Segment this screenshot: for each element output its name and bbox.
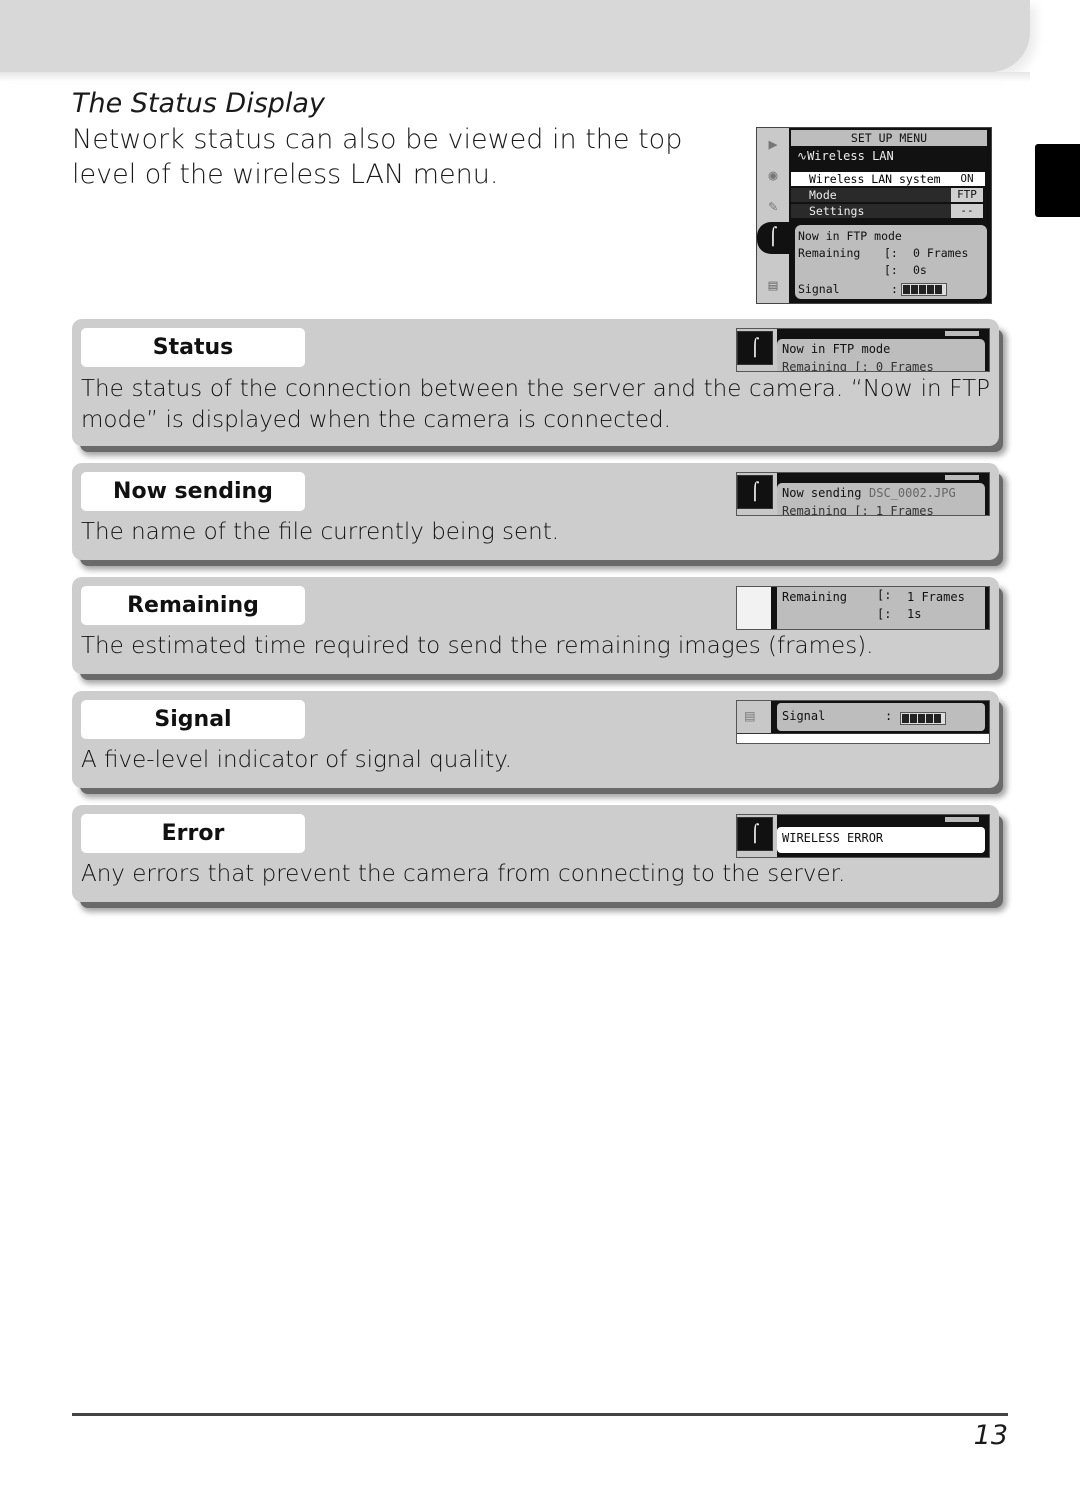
remaining-screen: Remaining [: 1 Frames [: 1s xyxy=(736,586,990,630)
header-band xyxy=(0,0,1030,82)
intro-text: Network status can also be viewed in the… xyxy=(72,124,683,190)
status-line: Now in FTP mode xyxy=(798,229,902,243)
screen-time: 1s xyxy=(907,607,922,621)
submenu-label: Wireless LAN xyxy=(807,149,894,163)
card-description: The name of the file currently being sen… xyxy=(81,519,560,545)
card-description: The estimated time required to send the … xyxy=(81,633,874,659)
card-label: Remaining xyxy=(81,586,305,625)
signal-indicator xyxy=(901,282,947,296)
signal-bars xyxy=(900,712,946,725)
signal-label: Signal xyxy=(798,282,840,296)
screen-cut-text: Remaining [: 0 Frames xyxy=(782,360,934,372)
status-screen: ⌠ Now in FTP mode Remaining [: 0 Frames xyxy=(736,328,990,372)
section-title: The Status Display xyxy=(72,88,325,119)
error-screen: ⌠ WIRELESS ERROR xyxy=(736,814,990,858)
remaining-label: Remaining xyxy=(798,246,861,260)
menu-value-settings: -- xyxy=(951,204,983,218)
menu-row-settings: Settings xyxy=(791,204,951,218)
card-now-sending: Now sending ⌠ Now sending DSC_0002.JPG R… xyxy=(72,463,999,560)
screen-area: WIRELESS ERROR xyxy=(777,827,985,853)
wrench-icon: ⌠ xyxy=(737,817,773,851)
submenu-title: ∿Wireless LAN xyxy=(797,149,894,163)
remaining-bracket: [: xyxy=(884,246,898,260)
screen-topbar xyxy=(945,331,979,336)
screen-topbar xyxy=(945,475,979,480)
signal-bars xyxy=(901,283,947,296)
card-description: The status of the connection between the… xyxy=(81,376,990,433)
screen-text: Now in FTP mode xyxy=(782,342,891,356)
screen-bracket-2: [: xyxy=(877,607,892,621)
chapter-tab xyxy=(1035,144,1080,217)
screen-topbar xyxy=(945,817,979,822)
list-icon: ▤ xyxy=(768,276,778,294)
screen-cut-text: Remaining [: 1 Frames xyxy=(782,504,934,516)
now-sending-screen: ⌠ Now sending DSC_0002.JPG Remaining [: … xyxy=(736,472,990,516)
screen-label: Remaining xyxy=(782,590,848,604)
signal-screen: ▤ Signal : xyxy=(736,700,990,744)
remaining-frames: 0 Frames xyxy=(913,246,969,260)
card-label: Signal xyxy=(81,700,305,739)
screen-frames: 1 Frames xyxy=(907,590,965,604)
card-remaining: Remaining Remaining [: 1 Frames [: 1s Th… xyxy=(72,577,999,674)
card-label: Status xyxy=(81,328,305,367)
pencil-icon: ✎ xyxy=(768,197,778,215)
screen-strip xyxy=(737,733,989,743)
menu-header: SET UP MENU xyxy=(791,130,987,146)
wrench-icon: ⌠ xyxy=(737,331,773,365)
screen-area: Remaining [: 1 Frames [: 1s xyxy=(777,587,985,629)
camera-menu-screen: ▶ ◉ ✎ ⌠ ▤ SET UP MENU ∿Wireless LAN Wire… xyxy=(756,127,992,304)
camera-icon: ◉ xyxy=(768,166,778,184)
menu-row-mode: Mode xyxy=(791,188,951,202)
card-description: Any errors that prevent the camera from … xyxy=(81,861,846,887)
menu-value-wireless-lan-system: ON xyxy=(951,172,983,186)
status-panel: Now in FTP mode Remaining [: 0 Frames [:… xyxy=(795,225,987,299)
screen-tab-bg xyxy=(737,587,771,629)
screen-filename: DSC_0002.JPG xyxy=(869,486,956,500)
remaining-time: 0s xyxy=(913,263,927,277)
screen-colon: : xyxy=(885,709,893,723)
screen-bracket: [: xyxy=(877,588,892,602)
list-icon: ▤ xyxy=(745,706,755,725)
screen-area: Now in FTP mode Remaining [: 0 Frames xyxy=(777,339,985,371)
screen-area: Now sending DSC_0002.JPG Remaining [: 1 … xyxy=(777,483,985,515)
card-error: Error ⌠ WIRELESS ERROR Any errors that p… xyxy=(72,805,999,902)
wrench-icon: ⌠ xyxy=(737,475,773,509)
card-label: Now sending xyxy=(81,472,305,511)
screen-text: Now sending xyxy=(782,486,862,500)
card-status: Status ⌠ Now in FTP mode Remaining [: 0 … xyxy=(72,319,999,446)
signal-colon: : xyxy=(891,282,898,296)
footer-rule xyxy=(72,1413,1008,1416)
card-signal: Signal ▤ Signal : A five-level indicator… xyxy=(72,691,999,788)
card-description: A five-level indicator of signal quality… xyxy=(81,747,512,773)
screen-area: Signal : xyxy=(777,703,985,731)
play-icon: ▶ xyxy=(768,135,778,153)
wrench-icon: ⌠ xyxy=(757,222,789,254)
screen-text: WIRELESS ERROR xyxy=(782,831,884,845)
card-label: Error xyxy=(81,814,305,853)
menu-tabs: ▶ ◉ ✎ ⌠ ▤ xyxy=(757,128,789,303)
menu-value-mode: FTP xyxy=(951,188,983,202)
page-number: 13 xyxy=(973,1420,1008,1451)
screen-label: Signal xyxy=(782,709,826,723)
remaining-bracket-2: [: xyxy=(884,263,898,277)
